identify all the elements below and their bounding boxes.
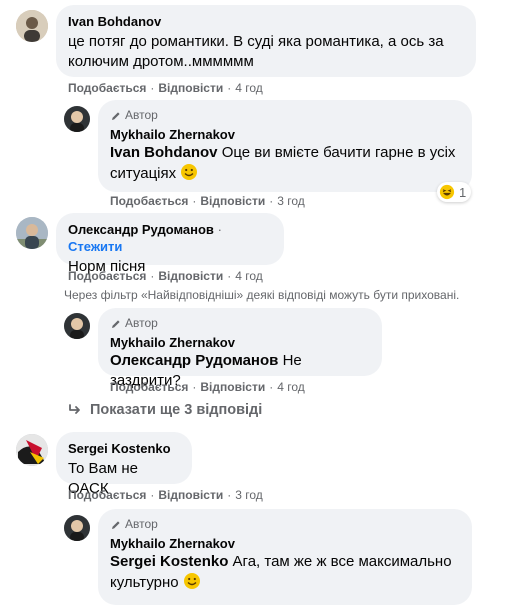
timestamp[interactable]: 3 год [235,488,263,503]
author-label: Автор [125,316,158,330]
comment-bubble: Ivan Bohdanov це потяг до романтики. В с… [56,5,476,77]
avatar[interactable] [64,313,90,339]
comment-actions: Подобається · Відповісти · 4 год [68,81,263,96]
like-button[interactable]: Подобається [110,194,188,209]
author-label: Автор [125,517,158,531]
reply-actions: Подобається · Відповісти · 4 год [110,380,305,395]
comment-actions: Подобається · Відповісти · 3 год [68,488,263,503]
pencil-icon [112,520,120,529]
separator-dot: · [192,380,197,394]
reply-button[interactable]: Відповісти [200,194,265,209]
reply-button[interactable]: Відповісти [158,269,223,284]
comment-author[interactable]: Mykhailo Zhernakov [110,334,370,351]
comment-text: Sergei Kostenko Ага, там же ж все максим… [110,552,460,593]
author-label: Автор [125,108,158,122]
reply-arrow-icon [69,404,80,414]
separator-dot: · [192,194,197,208]
avatar[interactable] [16,434,48,466]
reply-bubble: Автор Mykhailo Zhernakov Sergei Kostenko… [98,509,472,605]
reply-button[interactable]: Відповісти [158,488,223,503]
smile-emoji-icon [181,164,198,180]
pencil-icon [112,111,120,120]
mention-tag[interactable]: Sergei Kostenko [110,553,228,570]
separator-dot: · [227,269,232,283]
comment-text: Ivan Bohdanov Оце ви вмієте бачити гарне… [110,143,460,184]
separator-dot: · [227,81,232,95]
reaction-count: 1 [459,184,467,200]
show-more-replies-button[interactable]: Показати ще 3 відповіді [68,402,262,418]
separator-dot: · [150,488,155,502]
show-more-replies-label: Показати ще 3 відповіді [90,402,263,418]
reply-button[interactable]: Відповісти [158,81,223,96]
reply-actions: Подобається · Відповісти · 3 год [110,194,305,209]
dot-separator: · [217,222,222,237]
author-badge: Автор [110,316,370,331]
reply-bubble: Автор Mykhailo Zhernakov Ivan Bohdanov О… [98,100,472,192]
separator-dot: · [150,81,155,95]
pencil-icon [112,319,120,328]
avatar[interactable] [64,106,90,132]
timestamp[interactable]: 4 год [277,380,305,395]
comment-author[interactable]: Ivan Bohdanov [68,13,464,30]
reaction-badge[interactable]: 1 [437,182,472,202]
comment-text: це потяг до романтики. В суді яка романт… [68,33,444,70]
follow-button[interactable]: Стежити [68,239,122,254]
avatar[interactable] [16,217,48,249]
comment-author-row: Олександр Рудоманов · Стежити [68,221,272,255]
comment-author[interactable]: Mykhailo Zhernakov [110,535,460,552]
haha-reaction-icon [439,184,455,200]
author-badge: Автор [110,517,460,532]
comment-author[interactable]: Mykhailo Zhernakov [110,126,460,143]
timestamp[interactable]: 3 год [277,194,305,209]
comment-author[interactable]: Олександр Рудоманов [68,222,214,237]
separator-dot: · [150,269,155,283]
mention-tag[interactable]: Олександр Рудоманов [110,352,278,369]
separator-dot: · [269,380,274,394]
separator-dot: · [227,488,232,502]
comment-actions: Подобається · Відповісти · 4 год [68,269,263,284]
comment-bubble: Sergei Kostenko То Вам не ОАСК [56,432,192,497]
comment-author[interactable]: Sergei Kostenko [68,440,180,457]
author-badge: Автор [110,108,460,123]
mention-tag[interactable]: Ivan Bohdanov [110,144,218,161]
separator-dot: · [269,194,274,208]
comment-bubble: Олександр Рудоманов · Стежити Норм пісня [56,213,284,275]
timestamp[interactable]: 4 год [235,81,263,96]
like-button[interactable]: Подобається [68,269,146,284]
timestamp[interactable]: 4 год [235,269,263,284]
reply-button[interactable]: Відповісти [200,380,265,395]
smile-emoji-icon [183,573,200,589]
avatar[interactable] [16,10,48,42]
reply-bubble: Автор Mykhailo Zhernakov Олександр Рудом… [98,308,382,389]
like-button[interactable]: Подобається [110,380,188,395]
like-button[interactable]: Подобається [68,488,146,503]
like-button[interactable]: Подобається [68,81,146,96]
filter-note: Через фільтр «Найвідповідніші» деякі від… [64,288,460,302]
avatar[interactable] [64,515,90,541]
